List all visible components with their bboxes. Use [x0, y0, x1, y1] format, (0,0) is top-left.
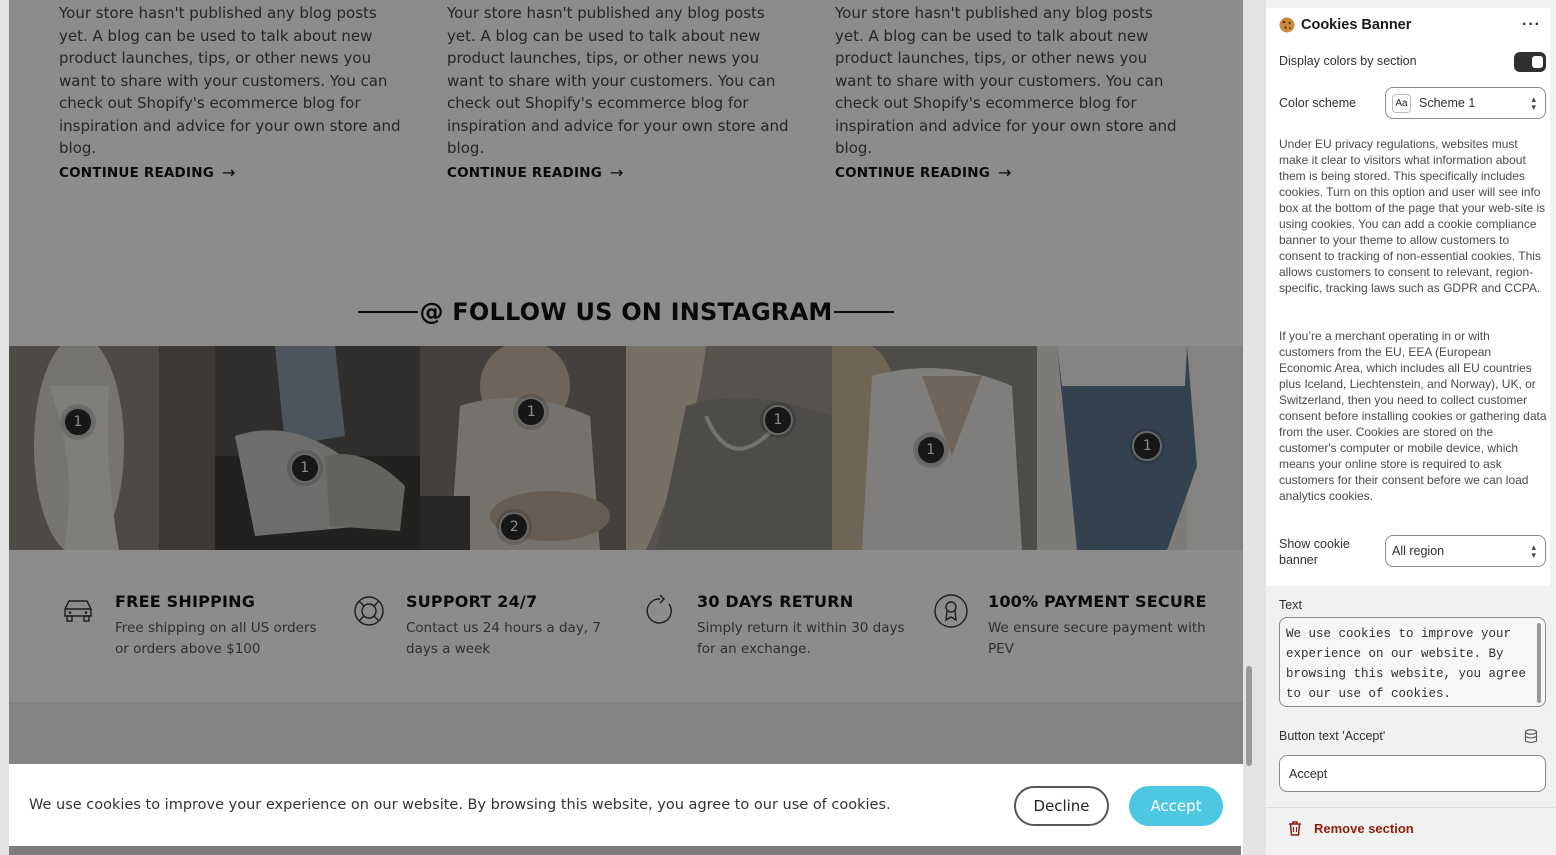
cookie-banner: We use cookies to improve your experienc… — [9, 764, 1241, 846]
feature-title: SUPPORT 24/7 — [406, 592, 538, 611]
car-icon — [64, 600, 92, 622]
feature-title: 30 DAYS RETURN — [697, 592, 854, 611]
color-scheme-label: Color scheme — [1279, 96, 1357, 110]
section-settings-panel: Cookies Banner ··· Display colors by sec… — [1266, 0, 1556, 855]
color-scheme-swatch-icon: Aa — [1392, 93, 1411, 113]
settings-card: Cookies Banner ··· Display colors by sec… — [1266, 8, 1550, 586]
cookie-banner-text: We use cookies to improve your experienc… — [29, 797, 891, 813]
show-banner-value: All region — [1392, 544, 1445, 558]
select-chevron-icon: ▴ ▾ — [1531, 542, 1536, 560]
preview-scrollbar[interactable] — [1243, 0, 1255, 855]
blog-post-card: Your store hasn't published any blog pos… — [835, 0, 1185, 160]
feature-description: Free shipping on all US orders or orders… — [115, 620, 317, 657]
feature-title: 100% PAYMENT SECURE — [988, 592, 1207, 611]
features-row: FREE SHIPPING Free shipping on all US or… — [9, 586, 1243, 676]
secure-badge-icon — [934, 594, 968, 628]
feature-description: Contact us 24 hours a day, 7 days a week — [406, 620, 601, 657]
decline-button[interactable]: Decline — [1014, 786, 1109, 826]
instagram-photo[interactable]: 1 — [626, 346, 832, 550]
display-colors-toggle[interactable] — [1514, 52, 1546, 72]
accept-button[interactable]: Accept — [1129, 786, 1223, 826]
store-preview: Your store hasn't published any blog pos… — [9, 0, 1243, 855]
instagram-photo[interactable]: 1 — [9, 346, 215, 550]
refresh-icon — [646, 594, 672, 624]
continue-reading-label: CONTINUE READING — [835, 164, 990, 181]
blog-excerpt: Your store hasn't published any blog pos… — [835, 4, 1177, 157]
cookie-icon — [1279, 17, 1295, 33]
blog-excerpt: Your store hasn't published any blog pos… — [59, 4, 401, 157]
feature-item: SUPPORT 24/7 Contact us 24 hours a day, … — [350, 586, 620, 660]
heading-line-right — [834, 311, 894, 313]
show-banner-select[interactable]: All region ▴ ▾ — [1385, 535, 1546, 567]
instagram-photo[interactable]: 1 2 — [420, 346, 627, 550]
scrollbar-thumb[interactable] — [1246, 666, 1252, 766]
feature-item: 30 DAYS RETURN Simply return it within 3… — [641, 586, 911, 660]
feature-item: 100% PAYMENT SECURE We ensure secure pay… — [932, 586, 1206, 660]
continue-reading-link[interactable]: CONTINUE READING → — [59, 163, 236, 182]
arrow-right-icon: → — [997, 163, 1012, 182]
continue-reading-label: CONTINUE READING — [447, 164, 602, 181]
feature-item: FREE SHIPPING Free shipping on all US or… — [59, 586, 329, 660]
select-chevron-icon: ▴ ▾ — [1531, 94, 1536, 112]
feature-description: Simply return it within 30 days for an e… — [697, 620, 905, 657]
product-hotspot[interactable]: 1 — [915, 435, 946, 465]
banner-bottom-edge — [9, 846, 1241, 855]
instagram-title: @ FOLLOW US ON INSTAGRAM — [419, 298, 833, 326]
remove-section-label: Remove section — [1314, 821, 1414, 836]
instagram-photo[interactable]: 1 — [1037, 346, 1243, 550]
footer-strip — [9, 702, 1243, 764]
remove-section-button[interactable]: Remove section — [1288, 821, 1414, 836]
product-hotspot[interactable]: 1 — [289, 453, 320, 483]
info-paragraph: Under EU privacy regulations, websites m… — [1279, 137, 1546, 295]
color-scheme-select[interactable]: Aa Scheme 1 ▴ ▾ — [1385, 87, 1546, 119]
blog-post-card: Your store hasn't published any blog pos… — [447, 0, 797, 160]
instagram-heading: @ FOLLOW US ON INSTAGRAM — [358, 296, 894, 328]
product-hotspot[interactable]: 1 — [763, 405, 794, 435]
heading-line-left — [358, 311, 418, 313]
dynamic-source-icon[interactable] — [1524, 729, 1538, 744]
blog-post-card: Your store hasn't published any blog pos… — [59, 0, 409, 160]
feature-description: We ensure secure payment with PEV — [988, 620, 1206, 657]
panel-title: Cookies Banner — [1301, 17, 1412, 33]
more-options-icon[interactable]: ··· — [1522, 16, 1541, 34]
textarea-scrollbar[interactable] — [1537, 623, 1541, 703]
trash-icon — [1289, 821, 1301, 836]
color-scheme-value: Scheme 1 — [1419, 96, 1476, 110]
instagram-photo[interactable]: 1 — [831, 346, 1038, 550]
feature-title: FREE SHIPPING — [115, 592, 256, 611]
info-paragraph: If you’re a merchant operating in or wit… — [1279, 329, 1547, 503]
product-hotspot[interactable]: 1 — [63, 407, 93, 437]
banner-text-field[interactable]: We use cookies to improve your experienc… — [1279, 617, 1546, 707]
arrow-right-icon: → — [609, 163, 624, 182]
accept-text-label: Button text 'Accept' — [1279, 729, 1386, 743]
accept-text-input[interactable]: Accept — [1279, 755, 1546, 792]
continue-reading-link[interactable]: CONTINUE READING → — [447, 163, 624, 182]
continue-reading-link[interactable]: CONTINUE READING → — [835, 163, 1012, 182]
instagram-photo[interactable]: 1 — [214, 346, 421, 550]
blog-excerpt: Your store hasn't published any blog pos… — [447, 4, 789, 157]
lifebuoy-icon — [354, 596, 384, 626]
display-colors-label: Display colors by section — [1279, 54, 1417, 68]
arrow-right-icon: → — [221, 163, 236, 182]
toggle-knob — [1532, 56, 1543, 68]
banner-text-value: We use cookies to improve your experienc… — [1286, 627, 1527, 701]
accept-text-value: Accept — [1289, 766, 1328, 781]
panel-header: Cookies Banner ··· — [1279, 12, 1541, 38]
text-label: Text — [1279, 598, 1302, 612]
instagram-grid: 1 1 1 2 1 1 1 — [9, 346, 1243, 550]
show-banner-label: Show cookie banner — [1279, 537, 1350, 567]
divider — [1266, 807, 1556, 808]
continue-reading-label: CONTINUE READING — [59, 164, 214, 181]
